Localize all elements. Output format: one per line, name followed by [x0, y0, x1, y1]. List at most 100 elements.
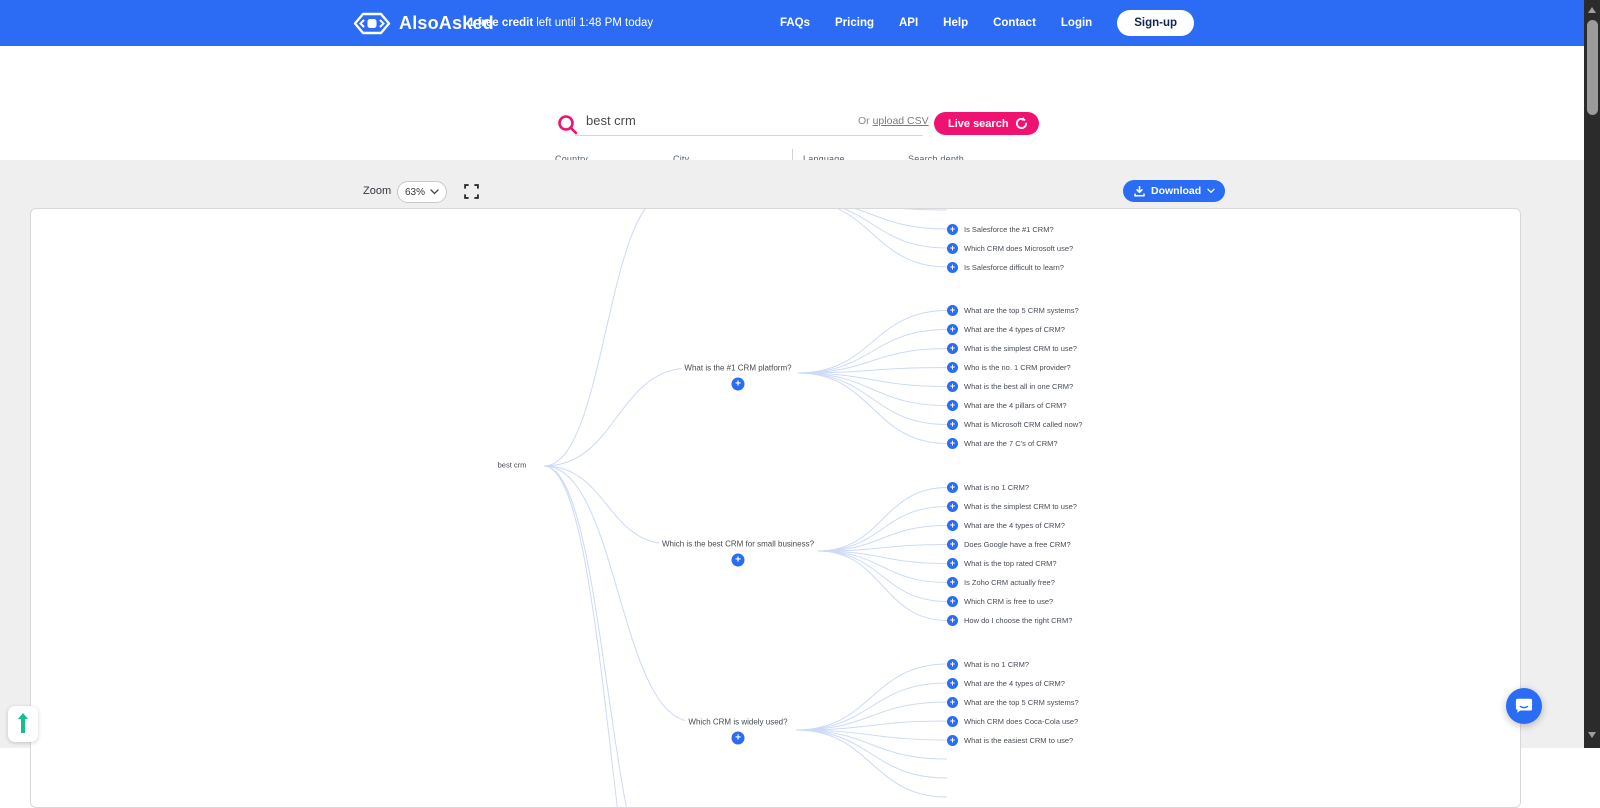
nav-faqs[interactable]: FAQs — [780, 17, 810, 29]
nav-login[interactable]: Login — [1061, 17, 1092, 29]
plus-icon[interactable]: + — [947, 305, 958, 316]
mindmap-question[interactable]: + What are the 4 types of CRM? — [947, 324, 1065, 335]
mindmap-question[interactable]: + What are the 7 C's of CRM? — [947, 438, 1058, 449]
mindmap-question[interactable]: + Does Google have a free CRM? — [947, 539, 1071, 550]
nav-pricing[interactable]: Pricing — [835, 17, 874, 29]
chat-bubble-icon — [1515, 698, 1533, 713]
plus-icon[interactable]: + — [947, 261, 958, 273]
question-text: What is the simplest CRM to use? — [964, 344, 1077, 353]
plus-icon[interactable]: + — [947, 362, 958, 373]
mindmap-question[interactable]: + What is the simplest CRM to use? — [947, 501, 1077, 512]
question-text: Which CRM is free to use? — [964, 597, 1054, 606]
nav-api[interactable]: API — [899, 17, 918, 29]
mindmap-question[interactable]: + What is the best all in one CRM? — [947, 381, 1073, 392]
mindmap-branch-label[interactable]: Which CRM is widely used? — [685, 716, 791, 727]
question-text: What are the 4 types of CRM? — [964, 521, 1065, 530]
green-arrow-icon — [18, 713, 28, 733]
expand-button[interactable]: + — [731, 553, 745, 567]
nav-help[interactable]: Help — [943, 17, 968, 29]
chevron-down-icon — [1207, 188, 1215, 194]
plus-icon[interactable]: + — [947, 223, 958, 235]
upload-csv-link[interactable]: upload CSV — [873, 115, 929, 127]
mindmap-branch-label[interactable]: Which is the best CRM for small business… — [658, 538, 818, 550]
extension-badge[interactable] — [8, 706, 38, 742]
plus-icon[interactable]: + — [947, 539, 958, 550]
mindmap-question[interactable]: + What are the top 5 CRM systems? — [947, 696, 1079, 708]
mindmap-question[interactable]: + What are the top 5 CRM systems? — [947, 305, 1079, 316]
plus-icon[interactable]: + — [947, 658, 958, 670]
expand-button[interactable]: + — [731, 377, 745, 391]
fullscreen-button[interactable] — [464, 184, 479, 199]
nav-contact[interactable]: Contact — [993, 17, 1036, 29]
question-text: Is Zoho CRM actually free? — [964, 578, 1055, 587]
mindmap-question[interactable]: + What is no 1 CRM? — [947, 482, 1029, 493]
question-text: Does Google have a free CRM? — [964, 540, 1071, 549]
mindmap-question[interactable]: + Which CRM does Microsoft use? — [947, 242, 1074, 254]
question-text: What is the easiest CRM to use? — [964, 735, 1074, 745]
plus-icon[interactable]: + — [947, 577, 958, 588]
mindmap-question[interactable]: + What is Microsoft CRM called now? — [947, 419, 1082, 430]
mindmap-question[interactable]: + How do I choose the right CRM? — [947, 615, 1072, 626]
question-text: Which CRM does Coca-Cola use? — [964, 716, 1079, 726]
mindmap-question[interactable]: + Which CRM is free to use? — [947, 596, 1053, 607]
mindmap-question[interactable]: + What are the 4 types of CRM? — [947, 677, 1065, 689]
upload-csv: Or upload CSV — [858, 115, 929, 127]
plus-icon[interactable]: + — [947, 482, 958, 493]
plus-icon[interactable]: + — [947, 615, 958, 626]
plus-icon[interactable]: + — [947, 343, 958, 354]
plus-icon[interactable]: + — [947, 419, 958, 430]
expand-button[interactable]: + — [731, 731, 745, 745]
plus-icon[interactable]: + — [947, 381, 958, 392]
question-text: Is Salesforce difficult to learn? — [964, 262, 1064, 272]
mindmap-question[interactable]: + What is the top rated CRM? — [947, 558, 1057, 569]
search-input[interactable] — [584, 112, 858, 129]
scrollbar-thumb[interactable] — [1586, 20, 1598, 115]
plus-icon[interactable]: + — [947, 596, 958, 607]
nav-links: FAQs Pricing API Help Contact Login Sign… — [780, 0, 1194, 46]
chat-widget-button[interactable] — [1506, 688, 1542, 724]
search-underline — [575, 135, 923, 136]
plus-icon[interactable]: + — [947, 677, 958, 689]
mindmap-question[interactable]: + What is no 1 CRM? — [947, 658, 1030, 670]
question-text: What is Microsoft CRM called now? — [964, 420, 1083, 429]
plus-icon[interactable]: + — [947, 400, 958, 411]
scrollbar-down-arrow[interactable] — [1588, 732, 1596, 738]
mindmap-root-node[interactable]: best crm — [495, 459, 529, 471]
zoom-value: 63% — [404, 186, 425, 198]
plus-icon[interactable]: + — [947, 715, 958, 727]
download-button[interactable]: Download — [1123, 180, 1226, 202]
or-label: Or — [858, 115, 873, 127]
page-scrollbar[interactable] — [1584, 0, 1600, 748]
mindmap-question[interactable]: + Which CRM does Coca-Cola use? — [947, 715, 1079, 727]
question-text: What are the top 5 CRM systems? — [964, 697, 1079, 707]
mindmap-question[interactable]: + Who is the no. 1 CRM provider? — [947, 362, 1071, 373]
signup-button[interactable]: Sign-up — [1117, 10, 1194, 36]
top-navbar: AlsoAsked 1 free credit left until 1:48 … — [0, 0, 1600, 46]
mindmap-question[interactable]: + What is the easiest CRM to use? — [947, 734, 1074, 746]
scrollbar-up-arrow[interactable] — [1588, 7, 1596, 13]
question-text: Is Salesforce the #1 CRM? — [964, 224, 1054, 234]
search-icon — [558, 115, 578, 135]
question-text: Which CRM does Microsoft use? — [964, 243, 1074, 253]
plus-icon[interactable]: + — [947, 558, 958, 569]
plus-icon[interactable]: + — [947, 520, 958, 531]
mindmap-canvas[interactable]: best crm + Is Salesforce the #1 CRM? + Which… — [30, 208, 1521, 808]
plus-icon[interactable]: + — [947, 242, 958, 254]
plus-icon[interactable]: + — [947, 734, 958, 746]
mindmap-question[interactable]: + What are the 4 pillars of CRM? — [947, 400, 1067, 411]
mindmap-branch-label[interactable]: What is the #1 CRM platform? — [681, 362, 795, 374]
mindmap-question[interactable]: + What are the 4 types of CRM? — [947, 520, 1065, 531]
zoom-select[interactable]: 63% — [397, 181, 447, 203]
question-text: What are the top 5 CRM systems? — [964, 306, 1079, 315]
plus-icon[interactable]: + — [947, 696, 958, 708]
mindmap-question[interactable]: + Is Salesforce difficult to learn? — [947, 261, 1064, 273]
plus-icon[interactable]: + — [947, 438, 958, 449]
plus-icon[interactable]: + — [947, 501, 958, 512]
mindmap-question[interactable]: + Is Zoho CRM actually free? — [947, 577, 1055, 588]
plus-icon[interactable]: + — [947, 324, 958, 335]
live-search-button[interactable]: Live search — [934, 112, 1039, 135]
mindmap-question[interactable]: + What is the simplest CRM to use? — [947, 343, 1077, 354]
download-icon — [1134, 185, 1145, 197]
question-text: What is no 1 CRM? — [964, 659, 1030, 669]
mindmap-question[interactable]: + Is Salesforce the #1 CRM? — [947, 223, 1054, 235]
